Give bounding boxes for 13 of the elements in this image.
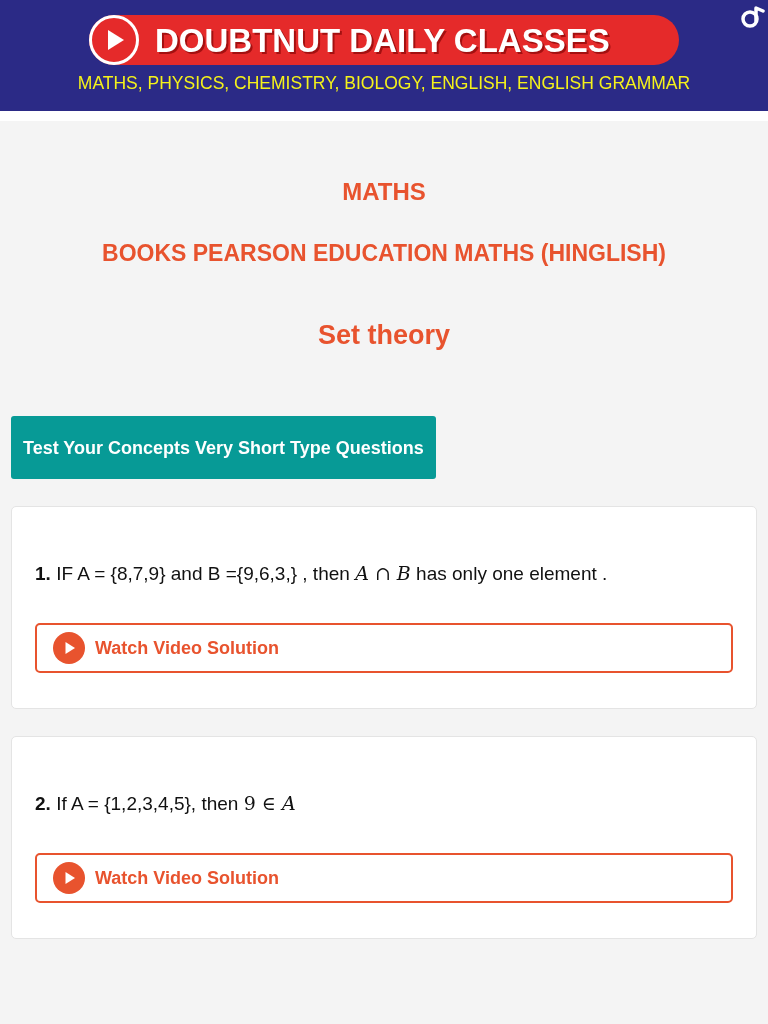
play-icon: [53, 862, 85, 894]
question-text: 1. IF A = {8,7,9} and B ={9,6,3,} , then A ∩ B has only one element .: [35, 561, 609, 586]
subject-heading: MATHS: [342, 177, 426, 207]
banner-subtitle: MATHS, PHYSICS, CHEMISTRY, BIOLOGY, ENGLISH, ENGLISH GRAMMAR: [77, 72, 691, 94]
banner-title: DOUBTNUT DAILY CLASSES: [155, 23, 610, 57]
watch-video-button[interactable]: Watch Video Solution: [35, 623, 733, 673]
question-text: 2. If A = {1,2,3,4,5}, then 9 ∈ A: [35, 791, 297, 816]
play-icon: [53, 632, 85, 664]
book-heading: BOOKS PEARSON EDUCATION MATHS (HINGLISH): [102, 239, 666, 268]
section-button[interactable]: Test Your Concepts Very Short Type Questions: [11, 416, 436, 479]
chapter-heading: Set theory: [317, 319, 450, 352]
logo-icon: [740, 5, 765, 29]
watch-video-button[interactable]: Watch Video Solution: [35, 853, 733, 903]
